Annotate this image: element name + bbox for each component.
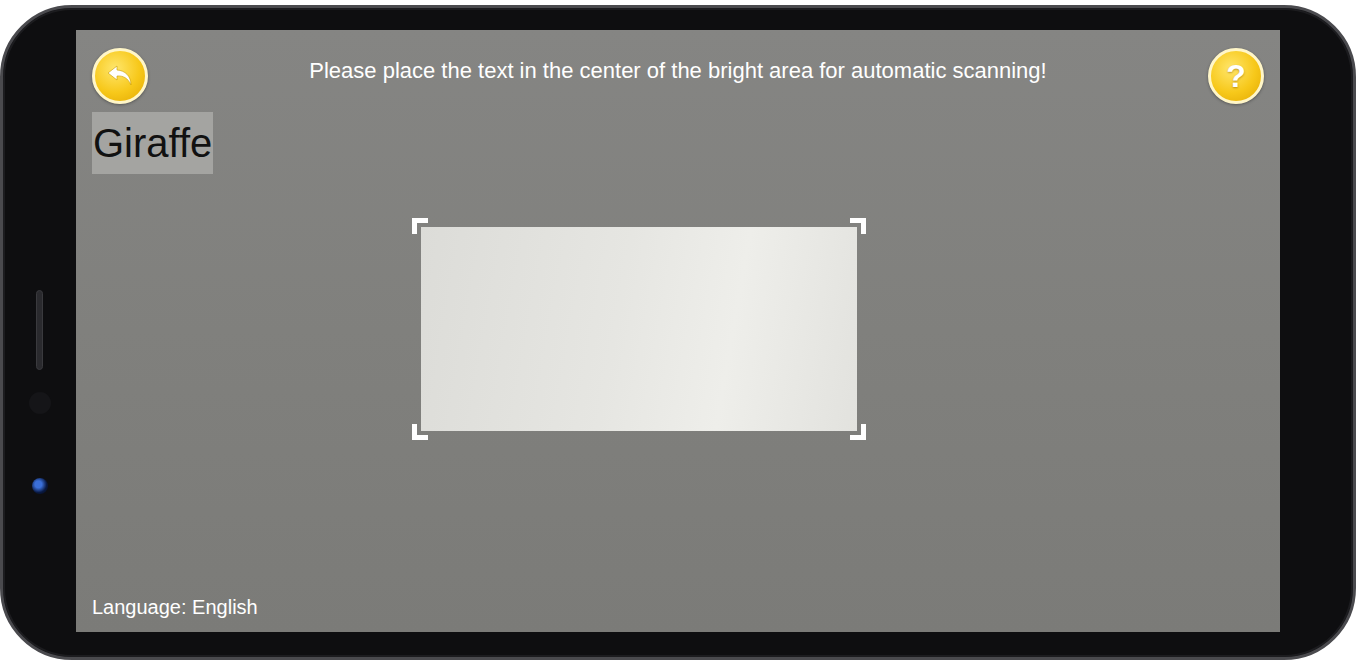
corner-mark [412, 218, 428, 234]
corner-mark [850, 424, 866, 440]
phone-bezel [3, 30, 76, 632]
speaker-grille [36, 290, 43, 370]
help-button[interactable]: ? [1208, 48, 1264, 104]
language-label: Language: English [92, 594, 1264, 620]
back-button[interactable] [92, 48, 148, 104]
sensor-dot [29, 392, 51, 414]
help-icon: ? [1226, 60, 1246, 92]
phone-frame: Please place the text in the center of t… [0, 5, 1356, 660]
corner-mark [412, 424, 428, 440]
instruction-text: Please place the text in the center of t… [164, 42, 1192, 84]
camera-view: Please place the text in the center of t… [76, 30, 1280, 632]
bright-area [421, 227, 857, 431]
top-bar: Please place the text in the center of t… [92, 48, 1264, 104]
front-camera [32, 478, 48, 494]
scan-result: Giraffe [92, 112, 213, 174]
back-arrow-icon [104, 60, 136, 92]
corner-mark [850, 218, 866, 234]
scan-area [412, 218, 866, 440]
